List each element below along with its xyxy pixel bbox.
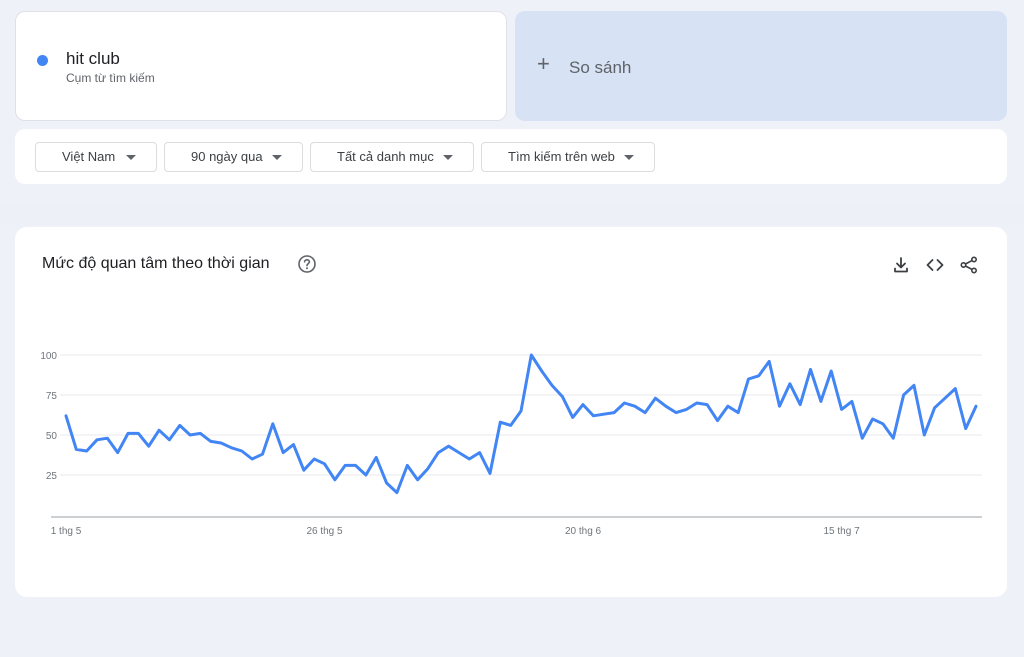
series-color-dot — [37, 55, 48, 66]
embed-code-icon[interactable] — [925, 255, 945, 275]
chevron-down-icon — [272, 155, 282, 160]
y-tick-label: 50 — [46, 431, 58, 442]
region-dropdown-label: Việt Nam — [62, 149, 116, 164]
chevron-down-icon — [624, 155, 634, 160]
region-dropdown[interactable]: Việt Nam — [35, 142, 157, 172]
search-term-card[interactable]: hit club Cụm từ tìm kiếm — [15, 11, 507, 121]
help-circle-icon[interactable] — [297, 254, 317, 274]
chevron-down-icon — [126, 155, 136, 160]
category-dropdown-label: Tất cả danh mục — [337, 149, 434, 164]
time-range-dropdown-label: 90 ngày qua — [191, 149, 263, 164]
time-range-dropdown[interactable]: 90 ngày qua — [164, 142, 303, 172]
search-type-dropdown-label: Tìm kiếm trên web — [508, 149, 615, 164]
x-tick-label: 26 thg 5 — [306, 526, 343, 537]
search-term-name[interactable]: hit club — [66, 49, 120, 69]
interest-over-time-card: Mức độ quan tâm theo thời gian 25 50 75 100… — [15, 227, 1007, 597]
series-line-hit-club — [64, 353, 978, 495]
section-divider — [0, 205, 1024, 225]
y-tick-label: 100 — [40, 351, 57, 362]
interest-line-chart: 25 50 75 100 1 thg 5 26 thg 5 20 thg 6 15 thg 7 — [40, 351, 982, 537]
share-icon[interactable] — [959, 255, 979, 275]
y-tick-label: 75 — [46, 391, 58, 402]
y-tick-label: 25 — [46, 471, 58, 482]
chevron-down-icon — [443, 155, 453, 160]
chart-title: Mức độ quan tâm theo thời gian — [42, 255, 270, 272]
compare-button[interactable]: + So sánh — [515, 11, 1007, 121]
download-icon[interactable] — [891, 255, 911, 275]
x-tick-label: 1 thg 5 — [51, 526, 82, 537]
category-dropdown[interactable]: Tất cả danh mục — [310, 142, 474, 172]
search-term-type: Cụm từ tìm kiếm — [66, 71, 155, 85]
x-tick-label: 20 thg 6 — [565, 526, 602, 537]
compare-label: So sánh — [569, 58, 632, 77]
plus-icon: + — [537, 51, 550, 76]
search-type-dropdown[interactable]: Tìm kiếm trên web — [481, 142, 655, 172]
x-tick-label: 15 thg 7 — [823, 526, 860, 537]
filter-bar: Việt Nam 90 ngày qua Tất cả danh mục Tìm… — [15, 129, 1007, 184]
